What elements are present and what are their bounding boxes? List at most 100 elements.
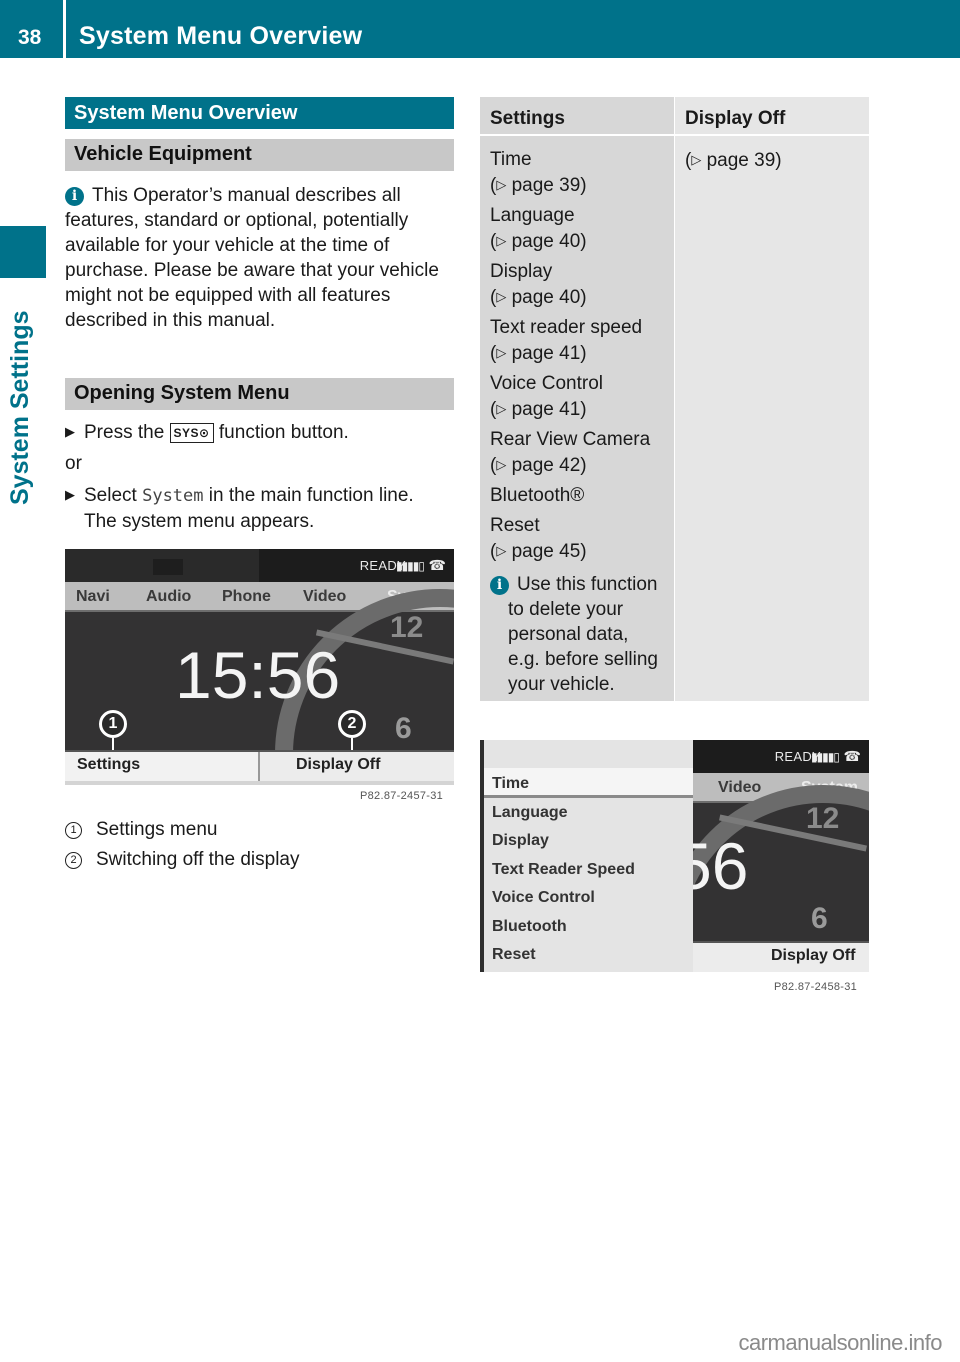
heading-vehicle-equipment: Vehicle Equipment [65, 139, 454, 171]
page-ref-text: page 45 [511, 541, 581, 562]
signal-strength-icon: ▮▮▮▮▯ [395, 559, 425, 573]
page-reference-link[interactable]: (▷ page 39) [685, 147, 859, 173]
note-text-rest: to delete your personal data, e.g. befor… [508, 599, 658, 695]
figure-legend: 1 Settings menu 2 Switching off the displa… [65, 815, 300, 875]
page-ref-text: page 40 [511, 231, 581, 252]
page-ref-arrow-icon: ▷ [496, 457, 507, 472]
figure-system-menu-screen: READY ▮▮▮▮▯ ☎ Navi Audio Phone Video Sys… [65, 549, 454, 781]
clock-display-partial: 56 [693, 829, 749, 903]
callout-2: 2 [338, 710, 366, 738]
step2-result: The system menu appears. [84, 511, 315, 532]
clock-display: 15:56 [175, 638, 341, 712]
legend-item: 2 Switching off the display [65, 845, 300, 875]
table-column-display-off: Display Off (▷ page 39) [675, 97, 869, 701]
page-reference-link[interactable]: (▷ page 39) [490, 172, 664, 198]
settings-entry-label: Bluetooth® [490, 485, 585, 506]
menu-item-language[interactable]: Language [492, 804, 568, 822]
vehicle-equipment-text: This Operator’s manual describes all fea… [65, 185, 439, 331]
settings-entry-label: Display [490, 261, 553, 282]
settings-button[interactable]: Settings [65, 752, 260, 781]
tab-video[interactable]: Video [303, 588, 346, 606]
callout-1: 1 [99, 710, 127, 738]
tab-navi[interactable]: Navi [76, 588, 110, 606]
settings-entry-label: Language [490, 205, 575, 226]
phone-hangup-icon: ☎ [843, 748, 861, 764]
settings-entry-label: Reset [490, 515, 540, 536]
heading-opening-system-menu: Opening System Menu [65, 378, 454, 410]
settings-entries: Time (▷ page 39) Language (▷ page 40) Displa… [480, 136, 674, 697]
page-ref-text: page 39 [511, 175, 581, 196]
page-header: 38 System Menu Overview [0, 0, 960, 58]
page-ref-arrow-icon: ▷ [691, 152, 702, 167]
page-reference-link[interactable]: (▷ page 41) [490, 396, 664, 422]
step1-prefix: Press the [84, 422, 165, 443]
table-column-settings: Settings Time (▷ page 39) Language (▷ page … [480, 97, 674, 701]
step2-suffix: in the main function line. [208, 485, 414, 506]
page-ref-text: page 40 [511, 287, 581, 308]
figure-settings-menu-screen: Time Language Display Text Reader Speed … [480, 740, 869, 972]
display-off-button[interactable]: Display Off [262, 752, 454, 781]
figure-code: P82.87-2457-31 [360, 790, 444, 802]
system-code-text: System [142, 486, 204, 506]
screen-right-panel: READY ▮▮▮▮▯ ☎ Video System 12 6 56 Displ… [693, 740, 869, 972]
settings-entry-label: Text reader speed [490, 317, 643, 338]
page-ref-arrow-icon: ▷ [496, 345, 507, 360]
dial-number-12: 12 [390, 611, 424, 644]
page-reference-link[interactable]: (▷ page 42) [490, 452, 664, 478]
menu-item-display[interactable]: Display [492, 832, 549, 850]
settings-entry-label: Rear View Camera [490, 429, 651, 450]
page-reference-link[interactable]: (▷ page 40) [490, 284, 664, 310]
menu-item-text-reader-speed[interactable]: Text Reader Speed [492, 861, 635, 879]
menu-item-bluetooth[interactable]: Bluetooth [492, 918, 567, 936]
step-select-system: ▶ Select System in the main function line… [65, 482, 454, 509]
screen-shadow [65, 781, 454, 785]
settings-entry: Text reader speed (▷ page 41) [490, 315, 664, 366]
phone-hangup-icon: ☎ [428, 557, 446, 573]
table-header-settings: Settings [480, 97, 674, 136]
signal-strength-icon: ▮▮▮▮▯ [810, 750, 840, 764]
note-text-first: Use this function [517, 574, 658, 595]
settings-entry: Reset (▷ page 45) [490, 513, 664, 564]
section-title: System Menu Overview [65, 97, 454, 129]
menu-item-time[interactable]: Time [492, 775, 529, 793]
page-ref-text: page 39 [706, 150, 776, 171]
page-ref-text: page 41 [511, 343, 581, 364]
settings-entry-label: Time [490, 149, 532, 170]
screen-footer: Display Off [693, 941, 869, 972]
sidebar-section-label: System Settings [6, 310, 34, 505]
page-ref-arrow-icon: ▷ [496, 177, 507, 192]
legend-number-2: 2 [65, 852, 82, 869]
legend-text: Switching off the display [96, 849, 300, 870]
page-ref-arrow-icon: ▷ [496, 401, 507, 416]
watermark: carmanualsonline.info [738, 1330, 942, 1355]
display-off-button[interactable]: Display Off [693, 943, 869, 972]
dial-number-6: 6 [395, 712, 412, 745]
page-reference-link[interactable]: (▷ page 41) [490, 340, 664, 366]
or-text: or [65, 453, 82, 474]
tab-video[interactable]: Video [718, 779, 761, 797]
tab-audio[interactable]: Audio [146, 588, 191, 606]
menu-item-voice-control[interactable]: Voice Control [492, 889, 595, 907]
legend-number-1: 1 [65, 822, 82, 839]
step-arrow-icon: ▶ [65, 424, 75, 439]
page-ref-text: page 41 [511, 399, 581, 420]
settings-entry: Rear View Camera (▷ page 42) [490, 427, 664, 478]
status-bar: READY ▮▮▮▮▯ ☎ [693, 740, 869, 773]
step2-prefix: Select [84, 485, 137, 506]
left-column: System Menu Overview Vehicle Equipment i… [65, 97, 454, 534]
settings-entry: Display (▷ page 40) [490, 259, 664, 310]
page-number: 38 [18, 26, 42, 49]
settings-entry-label: Voice Control [490, 373, 604, 394]
display-off-cell: (▷ page 39) [675, 136, 869, 173]
menu-item-reset[interactable]: Reset [492, 946, 536, 964]
page-reference-link[interactable]: (▷ page 45) [490, 538, 664, 564]
reset-info-note: i Use this function to delete your persona… [490, 572, 664, 697]
tab-phone[interactable]: Phone [222, 588, 271, 606]
status-bar: READY ▮▮▮▮▯ ☎ [65, 549, 454, 582]
header-divider [63, 0, 66, 58]
sys-button-icon: SYS⊙ [169, 423, 214, 443]
info-icon: i [65, 187, 84, 206]
settings-entry: Language (▷ page 40) [490, 203, 664, 254]
settings-table: Settings Time (▷ page 39) Language (▷ page … [480, 97, 869, 701]
page-reference-link[interactable]: (▷ page 40) [490, 228, 664, 254]
